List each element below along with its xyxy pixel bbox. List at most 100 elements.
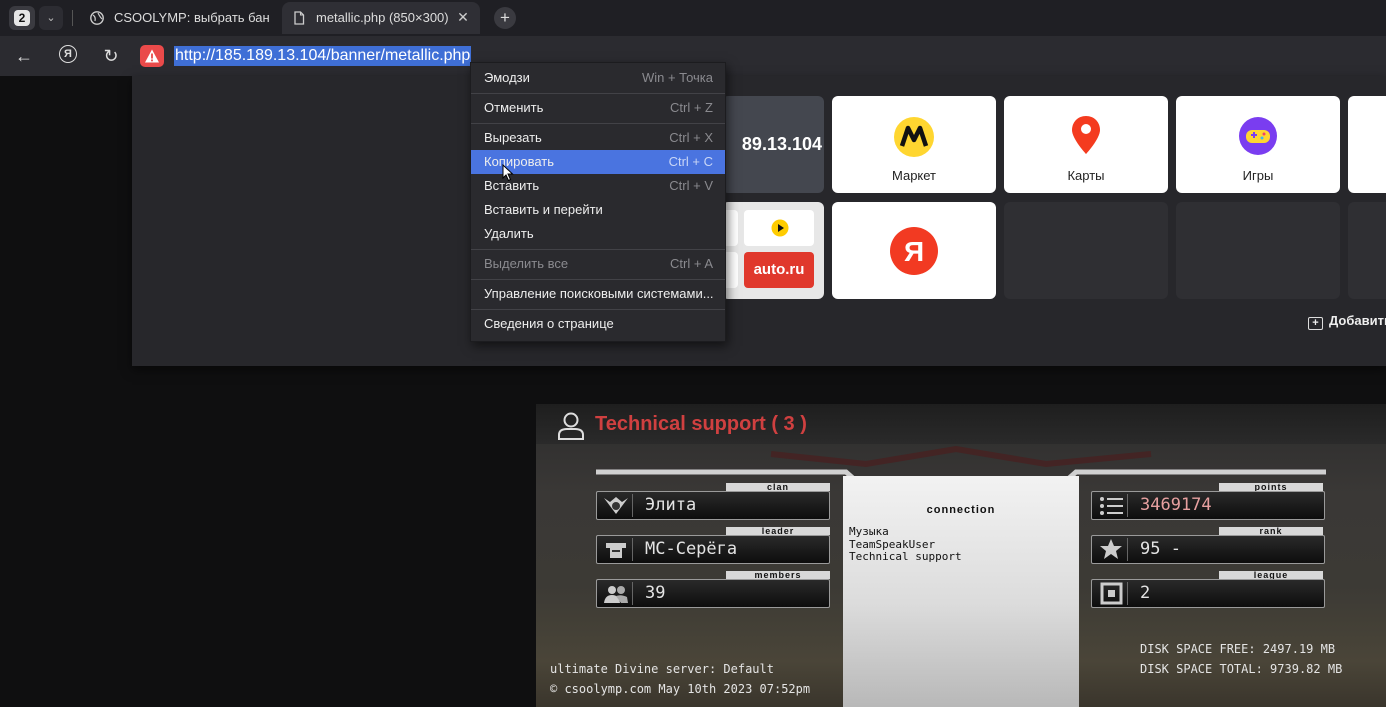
menu-separator [471,93,725,94]
menu-item-label: Выделить все [484,256,569,271]
tab-metallic[interactable]: metallic.php (850×300) ✕ [282,2,480,34]
user-icon [558,412,584,440]
menu-item-page-info[interactable]: Сведения о странице [471,312,725,336]
speed-dial-empty-slot[interactable] [1348,202,1386,299]
menu-item-undo[interactable]: Отменить Ctrl + Z [471,96,725,120]
rank-field: 95 - [1091,535,1325,564]
tile-label: Игры [1242,168,1274,183]
add-tile-button[interactable]: + Добавить [1308,313,1386,330]
map-pin-icon [1072,116,1100,154]
chevron-down-icon[interactable]: ⌄ [39,6,63,30]
leader-chip: leader [726,527,830,536]
yandex-button-icon[interactable]: Я [59,45,77,63]
tab-csoolymp[interactable]: CSOOLYMP: выбрать баннер [80,2,276,34]
connection-user-list: Музыка TeamSpeakUser Technical support [849,525,962,564]
points-chip: points [1219,483,1323,492]
tile-label: Маркет [891,168,937,183]
menu-item-shortcut: Ctrl + C [668,154,713,169]
tile-label: Карты [1067,168,1105,183]
menu-separator [471,123,725,124]
svg-text:Я: Я [904,236,924,267]
menu-item-shortcut: Ctrl + V [669,178,713,193]
reload-icon[interactable]: ↻ [99,44,123,68]
rank-value: 95 - [1140,539,1181,559]
menu-item-emoji[interactable]: Эмодзи Win + Точка [471,66,725,90]
menu-separator [471,309,725,310]
clan-value: Элита [645,495,697,515]
globe-icon [90,11,104,25]
server-info: ultimate Divine server: Default [550,662,774,676]
speed-dial-empty-slot[interactable] [1176,202,1340,299]
leader-value: МС-Серёга [645,539,738,559]
members-chip: members [726,571,830,580]
speed-dial-tile-group[interactable]: auto.ru [722,202,824,299]
speed-dial-tile-partial[interactable] [1348,96,1386,193]
league-square-icon [1095,582,1128,605]
speed-dial-tile-yandex[interactable]: Я [832,202,996,299]
league-chip: league [1219,571,1323,580]
clan-field: Элита [596,491,830,520]
banner-title: Technical support ( 3 ) [595,413,807,435]
mini-tile-auto: auto.ru [744,252,814,288]
tile-ip-label: 89.13.104 [741,134,822,154]
connection-title: connection [926,504,996,516]
tab-label: CSOOLYMP: выбрать баннер [114,10,270,25]
tab-strip: 2 ⌄ CSOOLYMP: выбрать баннер metallic.ph… [0,0,1386,36]
menu-item-copy[interactable]: Копировать Ctrl + C [471,150,725,182]
star-icon [1095,538,1128,561]
document-icon [294,11,305,25]
tab-separator [72,10,73,26]
leader-field: МС-Серёга [596,535,830,564]
menu-separator [471,249,725,250]
speed-dial-tile-games[interactable]: Игры [1176,96,1340,193]
context-menu: Эмодзи Win + Точка Отменить Ctrl + Z Выр… [470,62,726,342]
speed-dial-panel: 89.13.104 Маркет Карты Игры auto.ru Я + … [132,76,1386,366]
market-logo-icon [894,117,934,157]
tab-count: 2 [14,10,30,26]
tab-label: metallic.php (850×300) [316,10,449,25]
add-icon: + [1308,317,1323,330]
banner-header: Technical support ( 3 ) [536,404,1386,444]
close-icon[interactable]: ✕ [454,8,472,26]
menu-item-label: Вставить [484,178,540,193]
disk-total: DISK SPACE TOTAL: 9739.82 MB [1140,662,1343,676]
insecure-warning-icon[interactable] [140,45,164,67]
menu-item-label: Управление поисковыми системами... [484,286,714,301]
speed-dial-tile-maps[interactable]: Карты [1004,96,1168,193]
rank-chip: rank [1219,527,1323,536]
members-value: 39 [645,583,666,603]
menu-item-label: Вставить и перейти [484,202,603,217]
menu-item-delete[interactable]: Удалить [471,222,725,246]
menu-item-cut[interactable]: Вырезать Ctrl + X [471,126,725,150]
yandex-logo-icon: Я [890,227,938,275]
speed-dial-empty-slot[interactable] [1004,202,1168,299]
play-icon [771,219,789,237]
copyright: © csoolymp.com May 10th 2023 07:52pm [550,682,811,696]
connection-user: Музыка [849,525,889,538]
gamepad-icon [1239,117,1277,155]
menu-item-paste-and-go[interactable]: Вставить и перейти [471,198,725,222]
menu-item-label: Эмодзи [484,70,530,85]
metallic-banner: Technical support ( 3 ) clan Элита leade… [536,404,1386,707]
auto-label: auto.ru [753,261,805,278]
menu-item-label: Копировать [484,154,554,169]
menu-item-label: Вырезать [484,130,542,145]
menu-item-paste[interactable]: Вставить Ctrl + V [471,174,725,198]
menu-item-manage-search[interactable]: Управление поисковыми системами... [471,282,725,306]
add-label: Добавить [1329,313,1386,328]
speed-dial-tile-market[interactable]: Маркет [832,96,996,193]
menu-item-select-all: Выделить все Ctrl + A [471,252,725,276]
new-tab-button[interactable]: + [494,7,516,29]
clan-chip: clan [726,483,830,492]
back-arrow-icon[interactable]: ← [12,44,36,68]
mini-tile-video [744,210,814,246]
points-field: 3469174 [1091,491,1325,520]
menu-item-label: Удалить [484,226,534,241]
speed-dial-tile-ip[interactable]: 89.13.104 [722,96,824,193]
disk-free: DISK SPACE FREE: 2497.19 MB [1140,642,1336,656]
list-icon [1095,494,1128,517]
members-field: 39 [596,579,830,608]
connection-panel: connection Музыка TeamSpeakUser Technica… [843,476,1079,707]
tab-count-button[interactable]: 2 [9,6,35,30]
address-bar-url[interactable]: http://185.189.13.104/banner/metallic.ph… [174,46,472,66]
